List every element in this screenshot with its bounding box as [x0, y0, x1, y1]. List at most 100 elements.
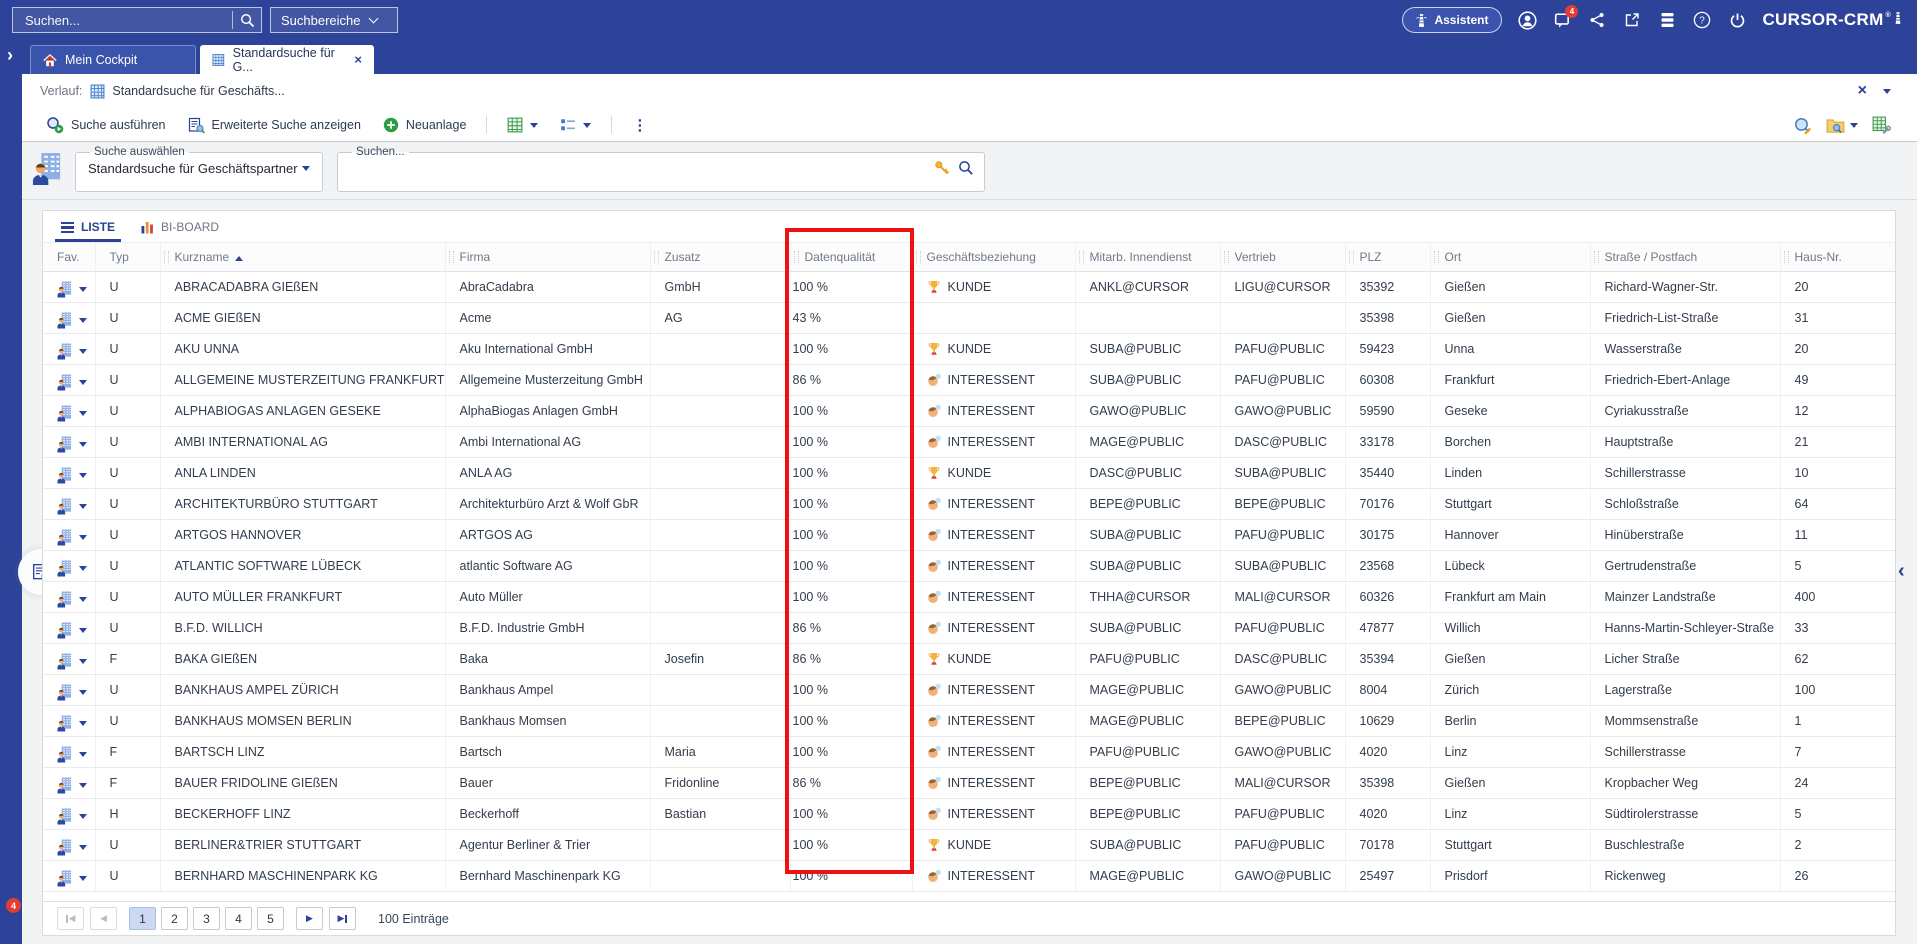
cell-fav[interactable]: [43, 519, 96, 551]
cell-kurzname[interactable]: BANKHAUS AMPEL ZÜRICH: [160, 674, 446, 706]
view-menu-caret-icon[interactable]: [1883, 88, 1891, 94]
table-row[interactable]: U BANKHAUS AMPEL ZÜRICH Bankhaus Ampel 1…: [43, 674, 1895, 706]
cell-fav[interactable]: [43, 333, 96, 365]
row-actions-caret-icon[interactable]: [79, 473, 87, 478]
row-actions-caret-icon[interactable]: [79, 411, 87, 416]
share-icon[interactable]: [1587, 10, 1607, 30]
page-button-2[interactable]: 2: [161, 907, 188, 930]
close-tab-icon[interactable]: ×: [354, 52, 362, 67]
tab-liste[interactable]: LISTE: [54, 220, 122, 242]
page-button-5[interactable]: 5: [257, 907, 284, 930]
column-drag-handle[interactable]: [793, 251, 799, 263]
page-button-4[interactable]: 4: [225, 907, 252, 930]
row-actions-caret-icon[interactable]: [79, 783, 87, 788]
next-page-button[interactable]: ▶: [296, 907, 323, 930]
new-record-button[interactable]: Neuanlage: [377, 114, 472, 136]
column-drag-handle[interactable]: [163, 251, 169, 263]
row-actions-caret-icon[interactable]: [79, 504, 87, 509]
table-row[interactable]: U BERNHARD MASCHINENPARK KG Bernhard Mas…: [43, 860, 1895, 892]
global-search-field[interactable]: [12, 7, 262, 33]
cell-kurzname[interactable]: AKU UNNA: [160, 333, 446, 365]
row-actions-caret-icon[interactable]: [79, 721, 87, 726]
assistant-button[interactable]: Assistent: [1402, 7, 1503, 33]
cell-fav[interactable]: [43, 705, 96, 737]
cell-fav[interactable]: [43, 550, 96, 582]
row-actions-caret-icon[interactable]: [79, 349, 87, 354]
cell-fav[interactable]: [43, 271, 96, 303]
cell-kurzname[interactable]: ARCHITEKTURBÜRO STUTTGART: [160, 488, 446, 520]
history-item[interactable]: Standardsuche für Geschäfts...: [90, 84, 285, 99]
first-page-button[interactable]: ◀: [57, 907, 84, 930]
run-search-button[interactable]: Suche ausführen: [40, 113, 172, 137]
tab-standardsuche[interactable]: Standardsuche für G... ×: [200, 45, 374, 74]
cell-kurzname[interactable]: ABRACADABRA GIEßEN: [160, 271, 446, 303]
table-row[interactable]: U B.F.D. WILLICH B.F.D. Industrie GmbH 8…: [43, 612, 1895, 644]
table-row[interactable]: U ANLA LINDEN ANLA AG 100 % KUNDE DASC@P…: [43, 457, 1895, 489]
cell-kurzname[interactable]: B.F.D. WILLICH: [160, 612, 446, 644]
table-row[interactable]: U ATLANTIC SOFTWARE LÜBECK atlantic Soft…: [43, 550, 1895, 582]
row-actions-caret-icon[interactable]: [79, 442, 87, 447]
open-search-dropdown[interactable]: [1826, 117, 1858, 134]
cell-fav[interactable]: [43, 798, 96, 830]
column-header-zusatz[interactable]: Zusatz: [650, 243, 791, 272]
cell-kurzname[interactable]: AUTO MÜLLER FRANKFURT: [160, 581, 446, 613]
table-row[interactable]: U ACME GIEßEN Acme AG 43 % 35398 Gießen …: [43, 302, 1895, 334]
global-search-input[interactable]: [23, 11, 225, 29]
logout-power-icon[interactable]: [1727, 10, 1747, 30]
table-row[interactable]: F BAUER FRIDOLINE GIEßEN Bauer Fridonlin…: [43, 767, 1895, 799]
table-row[interactable]: U ARCHITEKTURBÜRO STUTTGART Architekturb…: [43, 488, 1895, 520]
row-actions-caret-icon[interactable]: [79, 287, 87, 292]
cell-fav[interactable]: [43, 426, 96, 458]
table-row[interactable]: U AMBI INTERNATIONAL AG Ambi Internation…: [43, 426, 1895, 458]
cell-kurzname[interactable]: ACME GIEßEN: [160, 302, 446, 334]
column-header-mitarb-innendienst[interactable]: Mitarb. Innendienst: [1075, 243, 1221, 272]
last-page-button[interactable]: ▶: [329, 907, 356, 930]
row-actions-caret-icon[interactable]: [79, 566, 87, 571]
column-drag-handle[interactable]: [1593, 251, 1599, 263]
column-drag-handle[interactable]: [1783, 251, 1789, 263]
column-header-plz[interactable]: PLZ: [1345, 243, 1431, 272]
page-button-3[interactable]: 3: [193, 907, 220, 930]
column-header-haus-nr[interactable]: Haus-Nr.: [1780, 243, 1895, 272]
page-button-1[interactable]: 1: [129, 907, 156, 930]
cell-kurzname[interactable]: ARTGOS HANNOVER: [160, 519, 446, 551]
table-view-dropdown[interactable]: [501, 114, 544, 136]
cell-kurzname[interactable]: ALPHABIOGAS ANLAGEN GESEKE: [160, 395, 446, 427]
table-row[interactable]: U BERLINER&TRIER STUTTGART Agentur Berli…: [43, 829, 1895, 861]
row-actions-caret-icon[interactable]: [79, 876, 87, 881]
cell-kurzname[interactable]: AMBI INTERNATIONAL AG: [160, 426, 446, 458]
column-drag-handle[interactable]: [1078, 251, 1084, 263]
column-header-datenqualitaet[interactable]: Datenqualität: [790, 243, 913, 272]
row-actions-caret-icon[interactable]: [79, 597, 87, 602]
cell-kurzname[interactable]: BARTSCH LINZ: [160, 736, 446, 768]
help-icon[interactable]: ?: [1692, 10, 1712, 30]
column-drag-handle[interactable]: [915, 251, 921, 263]
row-actions-caret-icon[interactable]: [79, 690, 87, 695]
right-panel-chevron-icon[interactable]: ‹: [1898, 560, 1905, 583]
row-actions-caret-icon[interactable]: [79, 318, 87, 323]
open-window-icon[interactable]: [1622, 10, 1642, 30]
stacked-rows-icon[interactable]: [1657, 10, 1677, 30]
column-header-typ[interactable]: Typ: [95, 243, 161, 272]
cell-kurzname[interactable]: BAKA GIEßEN: [160, 643, 446, 675]
column-header-ort[interactable]: Ort: [1430, 243, 1591, 272]
table-row[interactable]: U BANKHAUS MOMSEN BERLIN Bankhaus Momsen…: [43, 705, 1895, 737]
search-icon[interactable]: [240, 13, 255, 28]
row-actions-caret-icon[interactable]: [79, 752, 87, 757]
table-row[interactable]: U AUTO MÜLLER FRANKFURT Auto Müller 100 …: [43, 581, 1895, 613]
cell-kurzname[interactable]: ALLGEMEINE MUSTERZEITUNG FRANKFURT: [160, 364, 446, 396]
table-row[interactable]: U ARTGOS HANNOVER ARTGOS AG 100 % INTERE…: [43, 519, 1895, 551]
list-layout-dropdown[interactable]: [554, 114, 597, 136]
column-header-strasse-postfach[interactable]: Straße / Postfach: [1590, 243, 1781, 272]
user-avatar-icon[interactable]: [1517, 10, 1537, 30]
cell-fav[interactable]: [43, 302, 96, 334]
quick-search-input[interactable]: [348, 159, 934, 176]
search-scope-dropdown[interactable]: Suchbereiche: [270, 7, 398, 33]
row-actions-caret-icon[interactable]: [79, 814, 87, 819]
column-header-geschaeftsbeziehung[interactable]: Geschäftsbeziehung: [912, 243, 1076, 272]
notifications-icon[interactable]: 4: [1552, 5, 1579, 30]
cell-fav[interactable]: [43, 643, 96, 675]
cell-fav[interactable]: [43, 395, 96, 427]
more-actions-kebab-icon[interactable]: ⋮: [626, 116, 653, 134]
cell-fav[interactable]: [43, 736, 96, 768]
